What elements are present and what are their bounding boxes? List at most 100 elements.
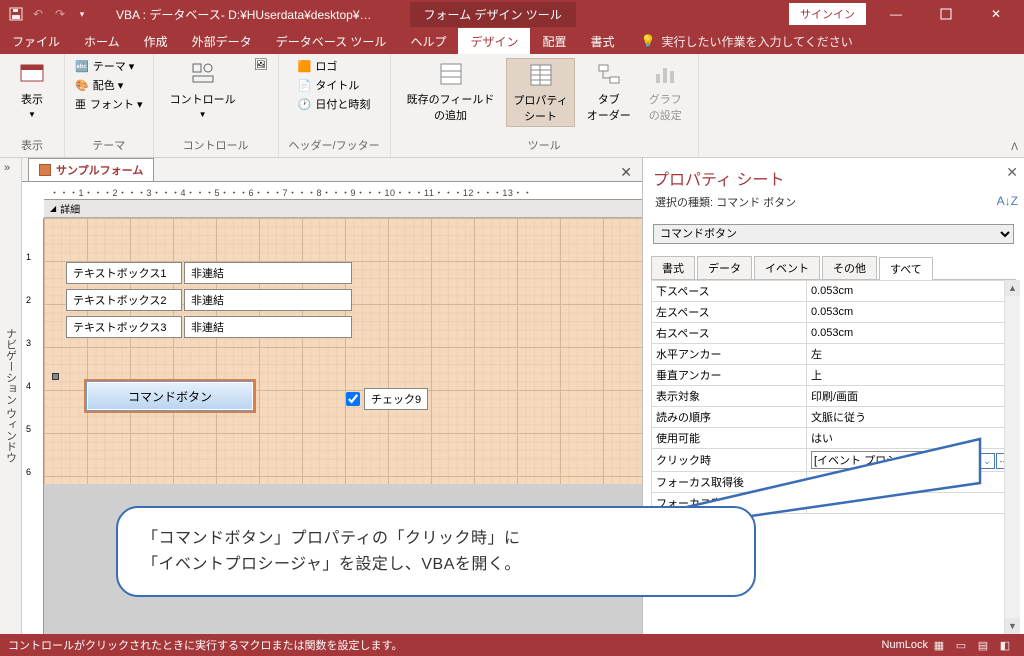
- view-layout-icon[interactable]: ▤: [972, 636, 994, 654]
- property-tab-other[interactable]: その他: [822, 256, 877, 279]
- property-row[interactable]: クリック時[イベント プロシージャ]⌄⋯: [652, 449, 1020, 472]
- ribbon-tabs: ファイル ホーム 作成 外部データ データベース ツール ヘルプ デザイン 配置…: [0, 28, 1024, 54]
- minimize-button[interactable]: —: [876, 0, 916, 28]
- command-button[interactable]: コマンドボタン: [86, 381, 254, 411]
- colors-button[interactable]: 🎨配色 ▾: [75, 77, 143, 93]
- property-row[interactable]: 垂直アンカー上: [652, 365, 1020, 386]
- document-tab-sampleform[interactable]: サンプルフォーム: [28, 158, 154, 181]
- controls-button[interactable]: コントロール ▼: [164, 58, 242, 121]
- property-row[interactable]: 使用可能はい: [652, 428, 1020, 449]
- tell-me[interactable]: 💡実行したい作業を入力してください: [627, 28, 867, 54]
- view-form-icon[interactable]: ▭: [950, 636, 972, 654]
- property-value[interactable]: 0.053cm: [807, 302, 1020, 323]
- property-object-select[interactable]: コマンドボタン: [653, 224, 1014, 244]
- property-dropdown-button[interactable]: ⌄: [979, 453, 995, 469]
- property-row[interactable]: 読みの順序文脈に従う: [652, 407, 1020, 428]
- tab-design[interactable]: デザイン: [458, 28, 530, 54]
- property-value[interactable]: 文脈に従う: [807, 407, 1020, 428]
- tab-external[interactable]: 外部データ: [180, 28, 264, 54]
- property-sort-button[interactable]: A↓Z: [997, 194, 1018, 208]
- view-icon: [18, 60, 46, 88]
- close-button[interactable]: ✕: [976, 0, 1016, 28]
- property-row[interactable]: 水平アンカー左: [652, 344, 1020, 365]
- scroll-up-icon[interactable]: ▲: [1005, 280, 1020, 296]
- theme-button[interactable]: 🔤テーマ ▾: [75, 58, 143, 74]
- callout-box: 「コマンドボタン」プロパティの「クリック時」に 「イベントプロシージャ」を設定し…: [116, 506, 756, 597]
- property-sheet-close-button[interactable]: ✕: [1006, 164, 1018, 181]
- title-button[interactable]: 📄タイトル: [298, 77, 371, 93]
- tab-home[interactable]: ホーム: [72, 28, 132, 54]
- textbox3[interactable]: 非連結: [184, 316, 352, 338]
- tab-create[interactable]: 作成: [132, 28, 180, 54]
- datetime-label: 日付と時刻: [315, 96, 370, 112]
- tab-dbtools[interactable]: データベース ツール: [264, 28, 399, 54]
- textbox1[interactable]: 非連結: [184, 262, 352, 284]
- view-datasheet-icon[interactable]: ▦: [928, 636, 950, 654]
- property-tab-event[interactable]: イベント: [754, 256, 820, 279]
- tab-help[interactable]: ヘルプ: [398, 28, 458, 54]
- property-row[interactable]: 下スペース0.053cm: [652, 281, 1020, 302]
- section-header-detail[interactable]: ◢ 詳細: [44, 200, 642, 218]
- label-textbox2[interactable]: テキストボックス2: [66, 289, 182, 311]
- datetime-button[interactable]: 🕐日付と時刻: [298, 96, 371, 112]
- property-value-input[interactable]: [イベント プロシージャ]: [811, 451, 979, 469]
- property-value[interactable]: 0.053cm: [807, 323, 1020, 344]
- tab-order-label: タブ オーダー: [587, 91, 631, 123]
- scroll-down-icon[interactable]: ▼: [1005, 618, 1020, 634]
- insert-image-button[interactable]: 🖼: [254, 58, 268, 71]
- save-icon[interactable]: [8, 6, 24, 22]
- redo-icon[interactable]: ↷: [52, 6, 68, 22]
- property-value-cell[interactable]: [イベント プロシージャ]⌄⋯: [807, 449, 1020, 472]
- property-icon: [527, 61, 555, 89]
- tab-format[interactable]: 書式: [578, 28, 626, 54]
- ruler-vertical[interactable]: 123456: [22, 218, 44, 634]
- property-tab-data[interactable]: データ: [697, 256, 752, 279]
- logo-button[interactable]: 🟧ロゴ: [298, 58, 371, 74]
- property-value[interactable]: はい: [807, 428, 1020, 449]
- property-row[interactable]: 表示対象印刷/画面: [652, 386, 1020, 407]
- property-scrollbar[interactable]: ▲ ▼: [1004, 280, 1020, 634]
- property-sheet-button[interactable]: プロパティ シート: [506, 58, 574, 127]
- tab-file[interactable]: ファイル: [0, 28, 72, 54]
- property-object-selector[interactable]: コマンドボタン: [653, 224, 1014, 244]
- chart-settings-button[interactable]: グラフ の設定: [643, 58, 688, 125]
- checkbox-input[interactable]: [346, 392, 360, 406]
- property-value[interactable]: 0.053cm: [807, 281, 1020, 302]
- label-textbox3[interactable]: テキストボックス3: [66, 316, 182, 338]
- fonts-button[interactable]: 亜フォント ▾: [75, 96, 143, 112]
- ruler-horizontal[interactable]: ・・・1・・・2・・・3・・・4・・・5・・・6・・・7・・・8・・・9・・・1…: [44, 182, 642, 200]
- property-value[interactable]: 上: [807, 365, 1020, 386]
- design-surface[interactable]: テキストボックス1 非連結 テキストボックス2 非連結 テキストボックス3 非連…: [44, 218, 642, 484]
- undo-icon[interactable]: ↶: [30, 6, 46, 22]
- property-value[interactable]: [807, 493, 1020, 514]
- navigation-pane-collapsed[interactable]: ナビゲーション ウィンドウ: [0, 158, 22, 634]
- quick-access-toolbar: ↶ ↷ ▾: [0, 6, 98, 22]
- signin-button[interactable]: サインイン: [789, 3, 866, 25]
- selection-handle[interactable]: [52, 373, 59, 380]
- qat-more-icon[interactable]: ▾: [74, 6, 90, 22]
- label-textbox1[interactable]: テキストボックス1: [66, 262, 182, 284]
- checkbox-check9[interactable]: チェック9: [346, 388, 428, 410]
- textbox2[interactable]: 非連結: [184, 289, 352, 311]
- property-row[interactable]: フォーカス取得後: [652, 472, 1020, 493]
- property-row[interactable]: 右スペース0.053cm: [652, 323, 1020, 344]
- view-button[interactable]: 表示 ▼: [10, 58, 54, 121]
- colors-label: 配色 ▾: [93, 77, 124, 93]
- property-value[interactable]: [807, 472, 1020, 493]
- document-close-button[interactable]: ✕: [610, 164, 642, 181]
- maximize-button[interactable]: [926, 0, 966, 28]
- tab-order-button[interactable]: タブ オーダー: [581, 58, 637, 125]
- property-value[interactable]: 左: [807, 344, 1020, 365]
- tab-arrange[interactable]: 配置: [530, 28, 578, 54]
- property-row[interactable]: 左スペース0.053cm: [652, 302, 1020, 323]
- chevron-down-icon: ▼: [28, 110, 36, 119]
- collapse-ribbon-button[interactable]: ᐱ: [1011, 142, 1018, 153]
- property-tab-all[interactable]: すべて: [879, 257, 933, 280]
- property-tab-format[interactable]: 書式: [651, 256, 695, 279]
- navpane-expand-icon[interactable]: »: [4, 162, 10, 174]
- font-icon: 亜: [75, 96, 86, 112]
- property-value[interactable]: 印刷/画面: [807, 386, 1020, 407]
- add-field-button[interactable]: 既存のフィールド の追加: [401, 58, 501, 125]
- ribbon-group-view-label: 表示: [21, 135, 43, 155]
- view-design-icon[interactable]: ◧: [994, 636, 1016, 654]
